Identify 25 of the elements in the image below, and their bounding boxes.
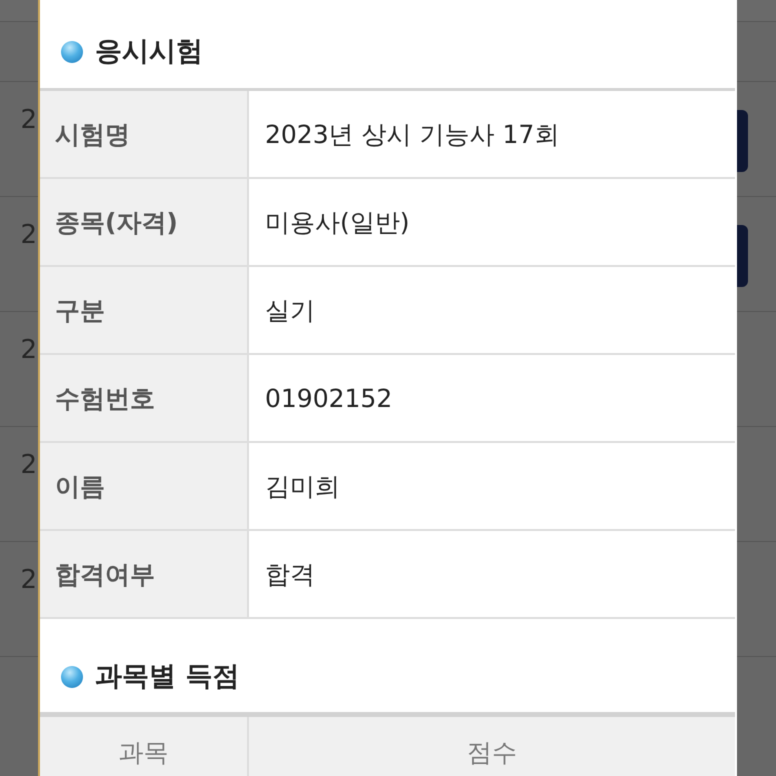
value-cell-text: 합격 [264,558,316,590]
value-cell-text: 미용사(일반) [264,206,411,238]
section-title: 과목별 득점 [95,660,240,694]
value-cell-text: 김미희 [264,470,341,502]
column-header: 과목 [40,717,249,776]
value-cell-text: 01902152 [264,382,394,414]
table-cell-text: 2 [19,334,37,366]
background-button[interactable] [737,110,748,172]
background-button[interactable] [737,224,748,286]
label-cell: 수험번호 [40,355,249,441]
label-cell: 시험명 [40,91,249,177]
value-cell-text: 2023년 상시 기능사 17회 [264,118,560,150]
label-cell: 이름 [40,443,249,529]
label-cell: 합격여부 [40,531,249,617]
column-header: 점수 [249,717,735,776]
table-cell-text: 2 [19,449,37,481]
bullet-icon [61,666,83,688]
bullet-icon [61,41,83,63]
label-cell: 구분 [40,267,249,353]
label-cell: 종목(자격) [40,179,249,265]
table-cell-text: 2 [19,219,37,251]
section-title: 응시시험 [95,35,203,69]
table-cell-text: 2 [19,564,37,596]
value-cell-text: 실기 [264,294,316,326]
table-cell-text: 2 [19,104,37,136]
